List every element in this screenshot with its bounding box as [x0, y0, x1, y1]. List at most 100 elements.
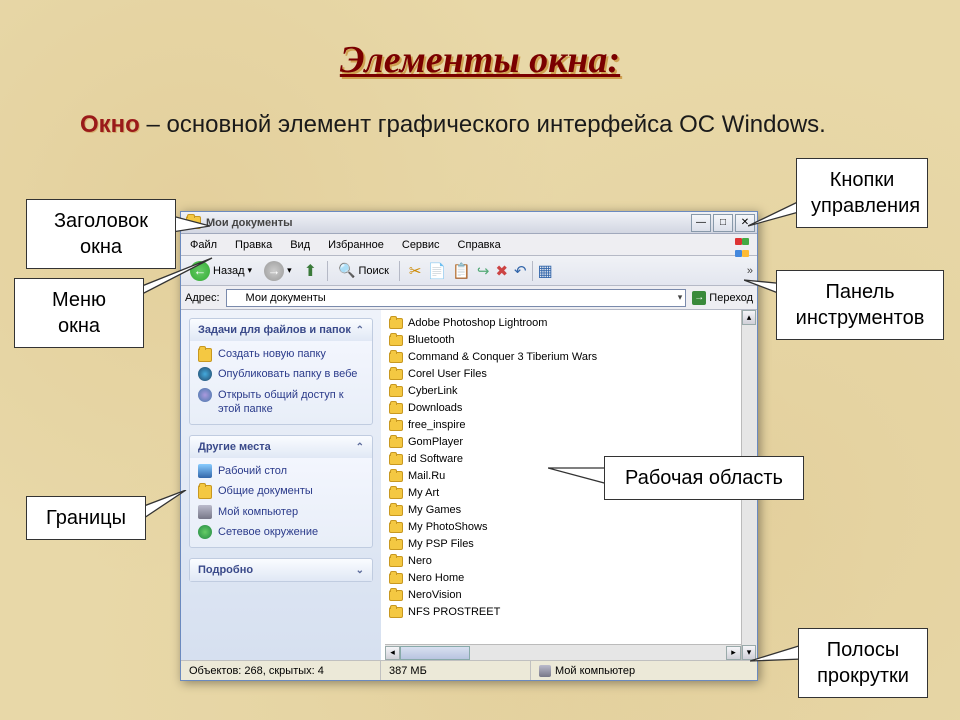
intro-keyword: Окно [80, 111, 140, 138]
tasks-box-places: Другие места ⌃ Рабочий стол Общие докуме… [189, 435, 373, 548]
menu-favorites[interactable]: Избранное [319, 236, 393, 254]
dropdown-icon[interactable]: ▾ [678, 292, 683, 303]
paste-icon[interactable]: 📋 [452, 262, 471, 280]
views-icon[interactable]: ▦ [538, 261, 553, 281]
tasks-header[interactable]: Задачи для файлов и папок ⌃ [190, 319, 372, 341]
list-item[interactable]: NFS PROSTREET [385, 603, 741, 620]
address-input[interactable]: Мои документы ▾ [226, 289, 687, 307]
address-bar: Адрес: Мои документы ▾ → Переход [181, 286, 757, 310]
undo-icon[interactable]: ↶ [514, 262, 527, 280]
cut-icon[interactable]: ✂ [409, 262, 422, 280]
delete-icon[interactable]: ✖ [495, 262, 508, 280]
intro-rest: – основной элемент графического интерфей… [140, 111, 826, 138]
titlebar[interactable]: Мои документы — □ ✕ [181, 212, 757, 234]
folder-icon [389, 573, 403, 584]
up-icon: ⬆ [304, 261, 317, 281]
list-item[interactable]: Nero Home [385, 569, 741, 586]
menu-edit[interactable]: Правка [226, 236, 281, 254]
callout-scrollbars: Полосы прокрутки [798, 628, 928, 698]
status-objects: Объектов: 268, скрытых: 4 [181, 661, 381, 680]
list-item[interactable]: My Games [385, 501, 741, 518]
maximize-button[interactable]: □ [713, 214, 733, 232]
task-share[interactable]: Открыть общий доступ к этой папке [198, 388, 364, 417]
forward-button[interactable]: → ▾ [259, 259, 297, 283]
list-item[interactable]: My PhotoShows [385, 518, 741, 535]
menu-help[interactable]: Справка [449, 236, 510, 254]
place-network[interactable]: Сетевое окружение [198, 525, 364, 539]
list-item[interactable]: free_inspire [385, 416, 741, 433]
copy-icon[interactable]: 📄 [428, 262, 447, 280]
folder-icon [198, 485, 212, 499]
place-shared-docs[interactable]: Общие документы [198, 484, 364, 498]
move-icon[interactable]: ↪ [477, 262, 490, 280]
task-publish-web[interactable]: Опубликовать папку в вебе [198, 367, 364, 381]
folder-icon [389, 539, 403, 550]
folder-icon [389, 369, 403, 380]
menu-tools[interactable]: Сервис [393, 236, 449, 254]
forward-arrow-icon: → [264, 261, 284, 281]
place-desktop[interactable]: Рабочий стол [198, 464, 364, 478]
places-header[interactable]: Другие места ⌃ [190, 436, 372, 458]
chevron-down-icon: ⌄ [356, 565, 364, 576]
list-item[interactable]: Bluetooth [385, 331, 741, 348]
list-item[interactable]: Nero [385, 552, 741, 569]
callout-menu: Меню окна [14, 278, 144, 348]
minimize-button[interactable]: — [691, 214, 711, 232]
callout-window-title: Заголовок окна [26, 199, 176, 269]
tasks-box-details: Подробно ⌄ [189, 558, 373, 582]
folder-icon [389, 335, 403, 346]
list-item[interactable]: My PSP Files [385, 535, 741, 552]
task-new-folder[interactable]: Создать новую папку [198, 347, 364, 361]
callout-borders: Границы [26, 496, 146, 540]
chevron-up-icon: ⌃ [356, 442, 364, 453]
go-arrow-icon: → [692, 291, 706, 305]
list-item[interactable]: Downloads [385, 399, 741, 416]
globe-icon [198, 367, 212, 381]
status-location: Мой компьютер [531, 661, 757, 680]
folder-icon [389, 454, 403, 465]
computer-icon [539, 665, 551, 677]
scroll-left-icon[interactable]: ◂ [385, 646, 400, 660]
callout-workarea: Рабочая область [604, 456, 804, 500]
folder-icon [389, 437, 403, 448]
search-button[interactable]: 🔍 Поиск [333, 260, 394, 281]
scroll-thumb[interactable] [400, 646, 470, 660]
list-item[interactable]: Corel User Files [385, 365, 741, 382]
folder-icon [198, 348, 212, 362]
up-button[interactable]: ⬆ [299, 259, 322, 283]
callout-controls: Кнопки управления [796, 158, 928, 228]
statusbar: Объектов: 268, скрытых: 4 387 МБ Мой ком… [181, 660, 757, 680]
window-title: Мои документы [206, 217, 686, 229]
network-icon [198, 525, 212, 539]
scroll-up-icon[interactable]: ▴ [742, 310, 756, 325]
folder-icon [389, 505, 403, 516]
search-icon: 🔍 [338, 262, 355, 279]
chevron-up-icon: ⌃ [356, 325, 364, 336]
horizontal-scrollbar[interactable]: ◂ ▸ [385, 644, 741, 660]
folder-icon [389, 607, 403, 618]
menu-view[interactable]: Вид [281, 236, 319, 254]
details-header[interactable]: Подробно ⌄ [190, 559, 372, 581]
folder-icon [389, 352, 403, 363]
list-item[interactable]: NeroVision [385, 586, 741, 603]
folder-icon [389, 522, 403, 533]
list-item[interactable]: Command & Conquer 3 Tiberium Wars [385, 348, 741, 365]
desktop-icon [198, 464, 212, 478]
list-item[interactable]: Adobe Photoshop Lightroom [385, 314, 741, 331]
list-item[interactable]: CyberLink [385, 382, 741, 399]
folder-icon [230, 293, 242, 303]
share-icon [198, 388, 212, 402]
list-item[interactable]: GomPlayer [385, 433, 741, 450]
windows-logo-icon [735, 236, 753, 252]
folder-icon [389, 386, 403, 397]
toolbar: ← Назад ▾ → ▾ ⬆ 🔍 Поиск ✂ 📄 📋 ↪ ✖ ↶ ▦ » [181, 256, 757, 286]
computer-icon [198, 505, 212, 519]
folder-icon [389, 403, 403, 414]
scroll-right-icon[interactable]: ▸ [726, 646, 741, 660]
intro-text: Окно – основной элемент графического инт… [80, 108, 920, 142]
tasks-pane: Задачи для файлов и папок ⌃ Создать нову… [181, 310, 381, 660]
folder-icon [389, 488, 403, 499]
menubar: Файл Правка Вид Избранное Сервис Справка [181, 234, 757, 256]
place-my-computer[interactable]: Мой компьютер [198, 505, 364, 519]
folder-icon [389, 556, 403, 567]
